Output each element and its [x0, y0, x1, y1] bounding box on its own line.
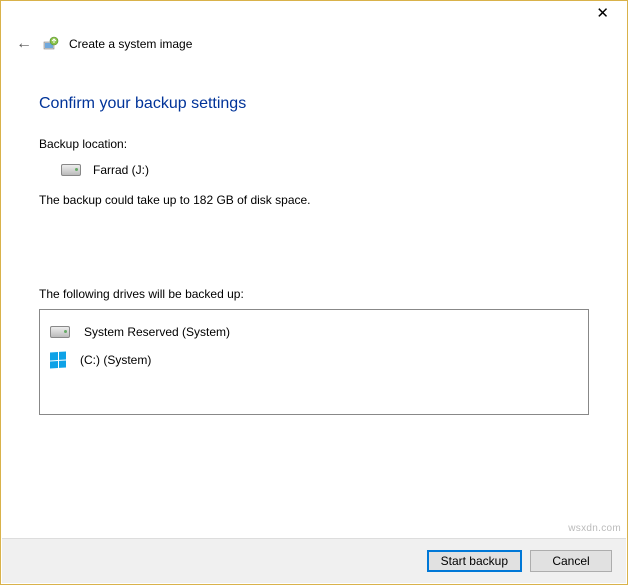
drive-label: System Reserved (System) — [84, 325, 230, 339]
drives-list-label: The following drives will be backed up: — [39, 287, 589, 301]
footer-button-bar: Start backup Cancel — [2, 538, 626, 583]
drives-list-box: System Reserved (System) (C:) (System) — [39, 309, 589, 415]
drive-row: (C:) (System) — [50, 346, 578, 374]
system-image-icon — [43, 36, 59, 52]
windows-icon — [50, 351, 66, 368]
content-area: Confirm your backup settings Backup loca… — [1, 55, 627, 415]
backup-location-row: Farrad (J:) — [39, 163, 589, 177]
start-backup-button[interactable]: Start backup — [427, 550, 522, 572]
watermark: wsxdn.com — [568, 523, 621, 534]
backup-location-value: Farrad (J:) — [93, 163, 149, 177]
hdd-icon — [50, 326, 70, 338]
close-icon[interactable]: ✕ — [588, 5, 617, 23]
window-title: Create a system image — [69, 37, 192, 51]
hdd-icon — [61, 164, 81, 176]
header-row: ← Create a system image — [1, 31, 627, 55]
back-arrow-icon[interactable]: ← — [15, 35, 33, 53]
page-heading: Confirm your backup settings — [39, 95, 589, 113]
cancel-button[interactable]: Cancel — [530, 550, 612, 572]
titlebar: ✕ — [1, 1, 627, 31]
drive-row: System Reserved (System) — [50, 318, 578, 346]
backup-location-label: Backup location: — [39, 137, 589, 151]
drive-label: (C:) (System) — [80, 353, 151, 367]
backup-size-note: The backup could take up to 182 GB of di… — [39, 193, 589, 207]
